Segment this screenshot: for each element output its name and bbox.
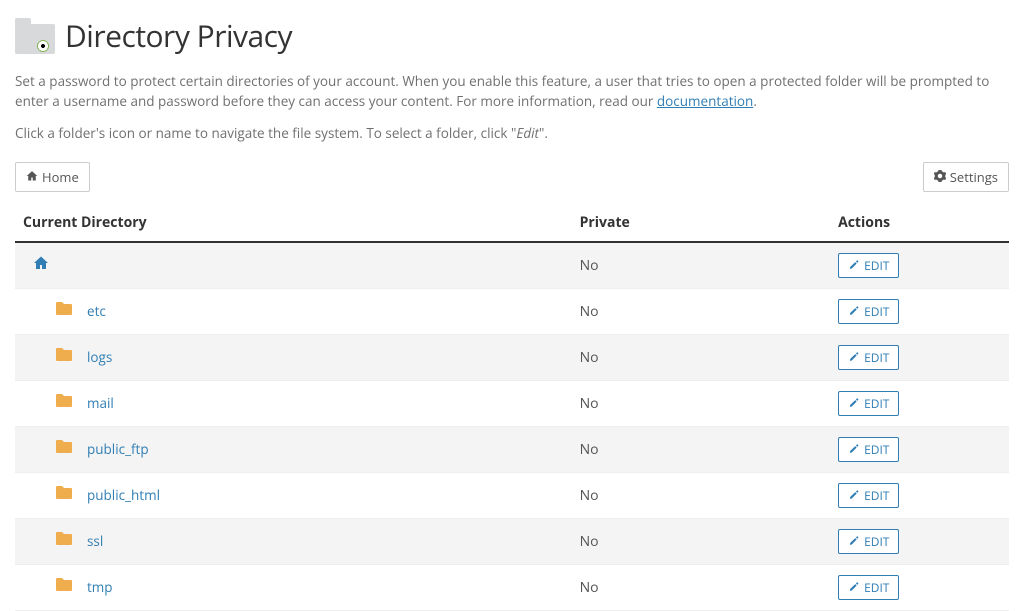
pencil-icon xyxy=(848,395,859,412)
actions-cell: EDIT xyxy=(830,380,1009,426)
edit-button[interactable]: EDIT xyxy=(838,437,899,462)
directory-table: Current Directory Private Actions No EDIT… xyxy=(15,204,1009,611)
actions-cell: EDIT xyxy=(830,426,1009,472)
pencil-icon xyxy=(848,303,859,320)
directory-cell: tmp xyxy=(15,564,572,610)
actions-cell: EDIT xyxy=(830,242,1009,289)
table-row: ssl No EDIT xyxy=(15,518,1009,564)
pencil-icon xyxy=(848,257,859,274)
page-description: Set a password to protect certain direct… xyxy=(15,71,1009,112)
edit-button[interactable]: EDIT xyxy=(838,299,899,324)
private-cell: No xyxy=(572,242,830,289)
home-icon[interactable] xyxy=(33,255,49,276)
directory-link[interactable]: tmp xyxy=(87,578,113,596)
directory-link[interactable]: etc xyxy=(87,302,106,320)
directory-cell: ssl xyxy=(15,518,572,564)
private-cell: No xyxy=(572,334,830,380)
edit-button[interactable]: EDIT xyxy=(838,391,899,416)
page-header: Directory Privacy xyxy=(15,15,1009,56)
folder-icon[interactable] xyxy=(55,531,73,551)
directory-link[interactable]: ssl xyxy=(87,532,103,550)
table-row: No EDIT xyxy=(15,242,1009,289)
documentation-link[interactable]: documentation xyxy=(657,92,753,110)
table-row: mail No EDIT xyxy=(15,380,1009,426)
actions-cell: EDIT xyxy=(830,334,1009,380)
home-button[interactable]: Home xyxy=(15,162,90,192)
private-cell: No xyxy=(572,564,830,610)
edit-button[interactable]: EDIT xyxy=(838,575,899,600)
directory-cell xyxy=(15,242,572,289)
toolbar: Home Settings xyxy=(15,162,1009,192)
private-cell: No xyxy=(572,288,830,334)
directory-cell: mail xyxy=(15,380,572,426)
directory-cell: etc xyxy=(15,288,572,334)
table-row: public_ftp No EDIT xyxy=(15,426,1009,472)
edit-button[interactable]: EDIT xyxy=(838,345,899,370)
pencil-icon xyxy=(848,487,859,504)
folder-icon[interactable] xyxy=(55,393,73,413)
directory-link[interactable]: mail xyxy=(87,394,114,412)
pencil-icon xyxy=(848,349,859,366)
col-directory: Current Directory xyxy=(15,204,572,242)
table-row: tmp No EDIT xyxy=(15,564,1009,610)
actions-cell: EDIT xyxy=(830,472,1009,518)
home-icon xyxy=(26,168,38,186)
edit-button[interactable]: EDIT xyxy=(838,253,899,278)
directory-cell: logs xyxy=(15,334,572,380)
actions-cell: EDIT xyxy=(830,564,1009,610)
directory-link[interactable]: logs xyxy=(87,348,112,366)
folder-icon[interactable] xyxy=(55,439,73,459)
folder-icon[interactable] xyxy=(55,577,73,597)
pencil-icon xyxy=(848,579,859,596)
private-cell: No xyxy=(572,472,830,518)
table-row: etc No EDIT xyxy=(15,288,1009,334)
directory-link[interactable]: public_html xyxy=(87,486,160,504)
folder-icon[interactable] xyxy=(55,485,73,505)
col-private: Private xyxy=(572,204,830,242)
page-instruction: Click a folder's icon or name to navigat… xyxy=(15,124,1009,142)
directory-cell: public_html xyxy=(15,472,572,518)
actions-cell: EDIT xyxy=(830,518,1009,564)
gear-icon xyxy=(934,168,946,186)
directory-link[interactable]: public_ftp xyxy=(87,440,149,458)
private-cell: No xyxy=(572,380,830,426)
folder-icon[interactable] xyxy=(55,301,73,321)
settings-button[interactable]: Settings xyxy=(923,162,1009,192)
directory-privacy-icon xyxy=(15,18,55,54)
private-cell: No xyxy=(572,426,830,472)
directory-cell: public_ftp xyxy=(15,426,572,472)
page-title: Directory Privacy xyxy=(65,15,292,56)
pencil-icon xyxy=(848,441,859,458)
col-actions: Actions xyxy=(830,204,1009,242)
edit-button[interactable]: EDIT xyxy=(838,483,899,508)
folder-icon[interactable] xyxy=(55,347,73,367)
actions-cell: EDIT xyxy=(830,288,1009,334)
pencil-icon xyxy=(848,533,859,550)
edit-button[interactable]: EDIT xyxy=(838,529,899,554)
table-row: public_html No EDIT xyxy=(15,472,1009,518)
table-row: logs No EDIT xyxy=(15,334,1009,380)
private-cell: No xyxy=(572,518,830,564)
